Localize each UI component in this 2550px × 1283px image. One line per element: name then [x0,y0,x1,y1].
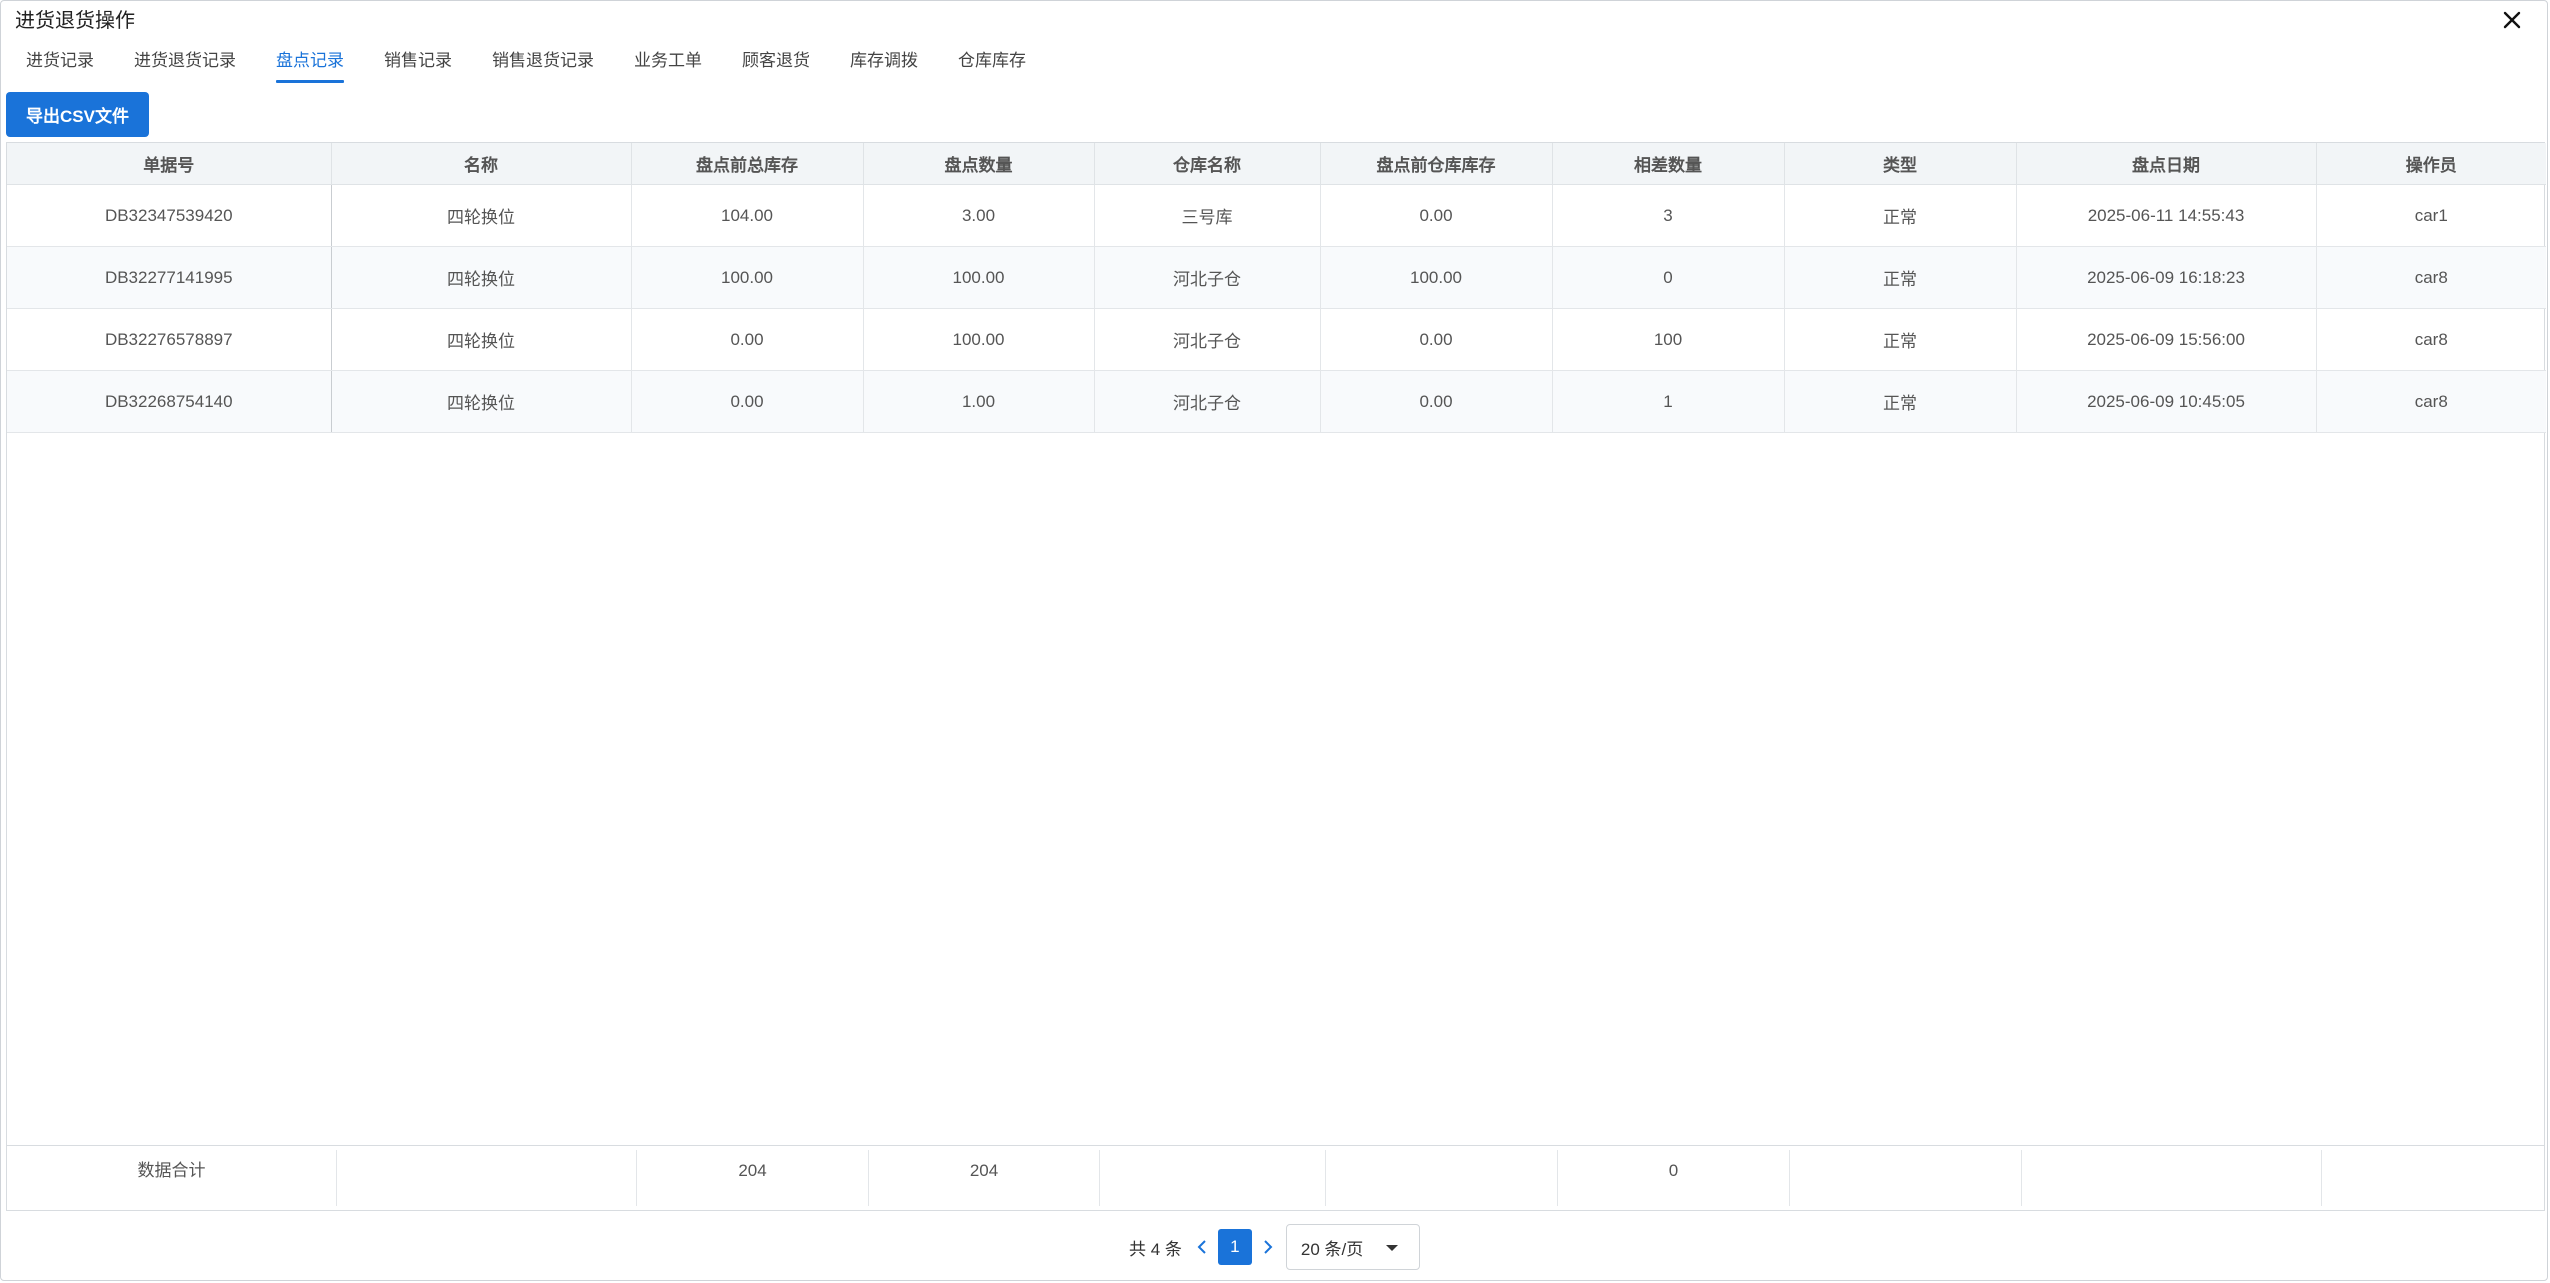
table-cell: 3 [1552,184,1785,247]
caret-down-icon [1385,1237,1399,1257]
table-cell: 2025-06-09 16:18:23 [2016,246,2317,309]
table-cell: 三号库 [1094,184,1321,247]
table-cell: DB32277141995 [7,246,332,309]
table-cell: 四轮换位 [331,184,632,247]
table-cell: car8 [2316,308,2546,371]
pagination: 共 4 条 1 20 条/页 [1129,1223,1420,1271]
table-cell: 正常 [1784,370,2017,433]
table-cell: 100.00 [863,246,1095,309]
tab-warehouse-stock[interactable]: 仓库库存 [958,45,1026,83]
table-cell: car8 [2316,370,2546,433]
table-cell: 0.00 [631,308,864,371]
summary-label: 数据合计 [7,1150,337,1206]
table-cell: 1.00 [863,370,1095,433]
dialog-title: 进货退货操作 [15,10,135,32]
summary-cell [1790,1150,2022,1206]
dialog: 进货退货操作 进货记录 进货退货记录 盘点记录 销售记录 销售退货记录 业务工单… [0,0,2548,1281]
export-csv-button[interactable]: 导出CSV文件 [6,92,149,137]
column-header[interactable]: 单据号 [7,143,332,185]
table-cell: 正常 [1784,308,2017,371]
table-row[interactable]: DB32277141995 四轮换位 100.00 100.00 河北子仓 10… [7,246,2546,309]
column-header[interactable]: 盘点数量 [863,143,1095,185]
summary-cell: 204 [637,1150,869,1206]
table-cell: 1 [1552,370,1785,433]
tab-sales-return-records[interactable]: 销售退货记录 [492,45,594,83]
table-cell: 2025-06-09 15:56:00 [2016,308,2317,371]
table-header-row: 单据号 名称 盘点前总库存 盘点数量 仓库名称 盘点前仓库库存 相差数量 类型 … [7,143,2546,185]
table-cell: car8 [2316,246,2546,309]
table-cell: 100.00 [1320,246,1553,309]
table-cell: 河北子仓 [1094,308,1321,371]
table-cell: 2025-06-11 14:55:43 [2016,184,2317,247]
summary-cell [337,1150,637,1206]
chevron-left-icon[interactable] [1190,1239,1214,1255]
table-cell: 0 [1552,246,1785,309]
table-row[interactable]: DB32347539420 四轮换位 104.00 3.00 三号库 0.00 … [7,184,2546,247]
table-cell: 100 [1552,308,1785,371]
table-cell: 正常 [1784,246,2017,309]
page-size-value: 20 条/页 [1300,1239,1364,1259]
tab-stocktake-records[interactable]: 盘点记录 [276,45,344,83]
column-header[interactable]: 盘点日期 [2016,143,2317,185]
stocktake-table: 单据号 名称 盘点前总库存 盘点数量 仓库名称 盘点前仓库库存 相差数量 类型 … [6,142,2546,1211]
table-cell: 0.00 [1320,370,1553,433]
tab-work-orders[interactable]: 业务工单 [634,45,702,83]
column-header[interactable]: 盘点前仓库库存 [1320,143,1553,185]
table-cell: 四轮换位 [331,308,632,371]
page-button[interactable]: 1 [1217,1229,1252,1265]
table-cell: 100.00 [863,308,1095,371]
summary-cell [2022,1150,2322,1206]
close-icon[interactable] [2497,5,2527,35]
summary-cell [2322,1150,2544,1206]
table-row[interactable]: DB32276578897 四轮换位 0.00 100.00 河北子仓 0.00… [7,308,2546,371]
table-cell: DB32347539420 [7,184,332,247]
page-size-select[interactable]: 20 条/页 [1285,1224,1420,1270]
column-header[interactable]: 相差数量 [1552,143,1785,185]
table-cell: DB32268754140 [7,370,332,433]
table-cell: 四轮换位 [331,370,632,433]
column-header[interactable]: 盘点前总库存 [631,143,864,185]
summary-cell [1100,1150,1326,1206]
table-cell: DB32276578897 [7,308,332,371]
table-cell: 0.00 [631,370,864,433]
table-cell: car1 [2316,184,2546,247]
column-header[interactable]: 操作员 [2316,143,2546,185]
pagination-total: 共 4 条 [1129,1239,1182,1259]
tab-bar: 进货记录 进货退货记录 盘点记录 销售记录 销售退货记录 业务工单 顾客退货 库… [26,45,1066,87]
table-cell: 河北子仓 [1094,246,1321,309]
column-header[interactable]: 类型 [1784,143,2017,185]
table-cell: 0.00 [1320,308,1553,371]
tab-customer-returns[interactable]: 顾客退货 [742,45,810,83]
table-cell: 3.00 [863,184,1095,247]
table-cell: 0.00 [1320,184,1553,247]
table-row[interactable]: DB32268754140 四轮换位 0.00 1.00 河北子仓 0.00 1… [7,370,2546,433]
tab-stock-transfer[interactable]: 库存调拨 [850,45,918,83]
tab-purchase-records[interactable]: 进货记录 [26,45,94,83]
table-cell: 2025-06-09 10:45:05 [2016,370,2317,433]
chevron-right-icon[interactable] [1256,1239,1280,1255]
tab-sales-records[interactable]: 销售记录 [384,45,452,83]
column-header[interactable]: 仓库名称 [1094,143,1321,185]
table-cell: 100.00 [631,246,864,309]
tab-purchase-return-records[interactable]: 进货退货记录 [134,45,236,83]
summary-cell: 0 [1558,1150,1790,1206]
table-cell: 104.00 [631,184,864,247]
column-header[interactable]: 名称 [331,143,632,185]
summary-row: 数据合计 204 204 0 [7,1145,2544,1210]
summary-cell [1326,1150,1558,1206]
summary-cell: 204 [869,1150,1100,1206]
table-cell: 正常 [1784,184,2017,247]
table-cell: 四轮换位 [331,246,632,309]
table-cell: 河北子仓 [1094,370,1321,433]
